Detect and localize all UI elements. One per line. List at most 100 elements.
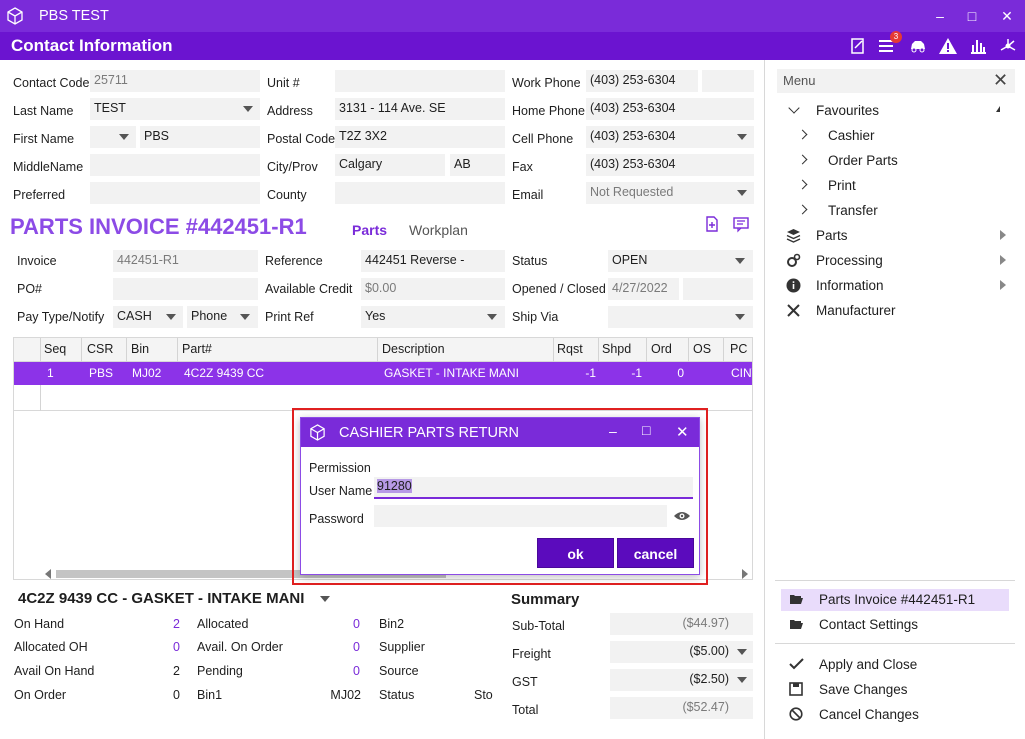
chevron-right-icon[interactable] [797, 204, 808, 215]
work-phone-ext-field[interactable] [702, 70, 754, 92]
chevron-down-icon[interactable] [487, 314, 497, 320]
on-hand-value[interactable]: 2 [160, 617, 180, 631]
scroll-left-icon[interactable] [45, 569, 51, 579]
username-input[interactable]: 91280 [374, 477, 693, 499]
chevron-down-icon[interactable] [240, 314, 250, 320]
fax-field[interactable]: (403) 253-6304 [586, 154, 754, 176]
invoice-field[interactable]: 442451-R1 [113, 250, 258, 272]
work-phone-field[interactable]: (403) 253-6304 [586, 70, 698, 92]
chevron-down-icon[interactable] [119, 134, 129, 140]
address-field[interactable]: 3131 - 114 Ave. SE [335, 98, 505, 120]
col-description[interactable]: Description [382, 342, 445, 356]
unit-field[interactable] [335, 70, 505, 92]
menu-search-input[interactable]: Menu [777, 69, 1015, 93]
city-field[interactable]: Calgary [335, 154, 445, 176]
pending-value[interactable]: 0 [340, 664, 360, 678]
expand-icon[interactable] [1000, 230, 1006, 240]
gst-dropdown[interactable]: ($2.50) [610, 669, 753, 691]
col-csr[interactable]: CSR [87, 342, 113, 356]
dialog-close-button[interactable]: ✕ [676, 423, 689, 441]
chevron-down-icon[interactable] [737, 134, 747, 140]
chevron-down-icon[interactable] [320, 596, 330, 602]
close-button[interactable]: ✕ [992, 4, 1022, 28]
chevron-right-icon[interactable] [797, 179, 808, 190]
dialog-titlebar[interactable]: CASHIER PARTS RETURN – □ ✕ [301, 418, 699, 447]
network-icon[interactable] [998, 36, 1018, 56]
freight-dropdown[interactable]: ($5.00) [610, 641, 753, 663]
minimize-button[interactable]: – [925, 4, 955, 28]
menu-manufacturer[interactable]: Manufacturer [816, 303, 896, 318]
open-doc-contact-settings[interactable]: Contact Settings [819, 617, 918, 632]
menu-information[interactable]: Information [816, 278, 884, 293]
chevron-right-icon[interactable] [797, 129, 808, 140]
reference-field[interactable]: 442451 Reverse - [361, 250, 505, 272]
col-pc[interactable]: PC [730, 342, 747, 356]
chevron-down-icon[interactable] [788, 102, 800, 114]
chevron-down-icon[interactable] [735, 258, 745, 264]
close-icon[interactable]: ✕ [993, 70, 1008, 91]
tab-workplan[interactable]: Workplan [409, 222, 468, 238]
middle-name-field[interactable] [90, 154, 260, 176]
chevron-down-icon[interactable] [735, 314, 745, 320]
chevron-down-icon[interactable] [737, 677, 747, 683]
chevron-down-icon[interactable] [166, 314, 176, 320]
last-name-field[interactable]: TEST [90, 98, 260, 120]
menu-item-cashier[interactable]: Cashier [828, 128, 875, 143]
ok-button[interactable]: ok [537, 538, 614, 568]
menu-processing[interactable]: Processing [816, 253, 883, 268]
menu-item-order-parts[interactable]: Order Parts [828, 153, 898, 168]
password-input[interactable] [374, 505, 667, 527]
dialog-maximize-button[interactable]: □ [642, 422, 650, 438]
allocated-oh-value[interactable]: 0 [160, 640, 180, 654]
expand-icon[interactable] [1000, 255, 1006, 265]
col-part[interactable]: Part# [182, 342, 212, 356]
email-field[interactable]: Not Requested [586, 182, 754, 204]
menu-parts[interactable]: Parts [816, 228, 848, 243]
first-name-field[interactable]: PBS [140, 126, 260, 148]
cancel-button[interactable]: cancel [617, 538, 694, 568]
warning-icon[interactable] [938, 36, 958, 56]
chevron-down-icon[interactable] [737, 649, 747, 655]
postal-code-field[interactable]: T2Z 3X2 [335, 126, 505, 148]
edit-document-icon[interactable] [848, 36, 868, 56]
province-field[interactable]: AB [450, 154, 505, 176]
tab-parts[interactable]: Parts [352, 222, 387, 238]
allocated-value[interactable]: 0 [340, 617, 360, 631]
bar-chart-icon[interactable] [968, 36, 988, 56]
chevron-down-icon[interactable] [737, 190, 747, 196]
menu-favourites[interactable]: Favourites [816, 103, 879, 118]
menu-item-print[interactable]: Print [828, 178, 856, 193]
col-bin[interactable]: Bin [131, 342, 149, 356]
col-os[interactable]: OS [693, 342, 711, 356]
print-ref-dropdown[interactable]: Yes [361, 306, 505, 328]
contact-code-field[interactable]: 25711 [90, 70, 260, 92]
preferred-field[interactable] [90, 182, 260, 204]
eye-icon[interactable] [673, 510, 691, 522]
add-document-icon[interactable] [703, 215, 721, 233]
comment-icon[interactable] [732, 215, 750, 233]
col-ord[interactable]: Ord [651, 342, 672, 356]
opened-date-field[interactable]: 4/27/2022 [608, 278, 679, 300]
save-changes-button[interactable]: Save Changes [819, 682, 908, 697]
po-field[interactable] [113, 278, 258, 300]
chevron-right-icon[interactable] [797, 154, 808, 165]
maximize-button[interactable]: □ [957, 4, 987, 28]
status-dropdown[interactable]: OPEN [608, 250, 753, 272]
cell-phone-field[interactable]: (403) 253-6304 [586, 126, 754, 148]
col-seq[interactable]: Seq [44, 342, 66, 356]
avail-on-order-value[interactable]: 0 [340, 640, 360, 654]
table-row[interactable]: 1 PBS MJ02 4C2Z 9439 CC GASKET - INTAKE … [14, 362, 752, 385]
name-prefix-dropdown[interactable] [90, 126, 136, 148]
scroll-right-icon[interactable] [742, 569, 748, 579]
closed-date-field[interactable] [683, 278, 753, 300]
home-phone-field[interactable]: (403) 253-6304 [586, 98, 754, 120]
open-doc-parts-invoice[interactable]: Parts Invoice #442451-R1 [819, 592, 975, 607]
dialog-minimize-button[interactable]: – [609, 423, 617, 439]
cancel-changes-button[interactable]: Cancel Changes [819, 707, 919, 722]
ship-via-dropdown[interactable] [608, 306, 753, 328]
expand-icon[interactable] [1000, 280, 1006, 290]
part-detail-title[interactable]: 4C2Z 9439 CC - GASKET - INTAKE MANI [18, 590, 304, 607]
col-shpd[interactable]: Shpd [602, 342, 631, 356]
county-field[interactable] [335, 182, 505, 204]
chevron-down-icon[interactable] [243, 106, 253, 112]
